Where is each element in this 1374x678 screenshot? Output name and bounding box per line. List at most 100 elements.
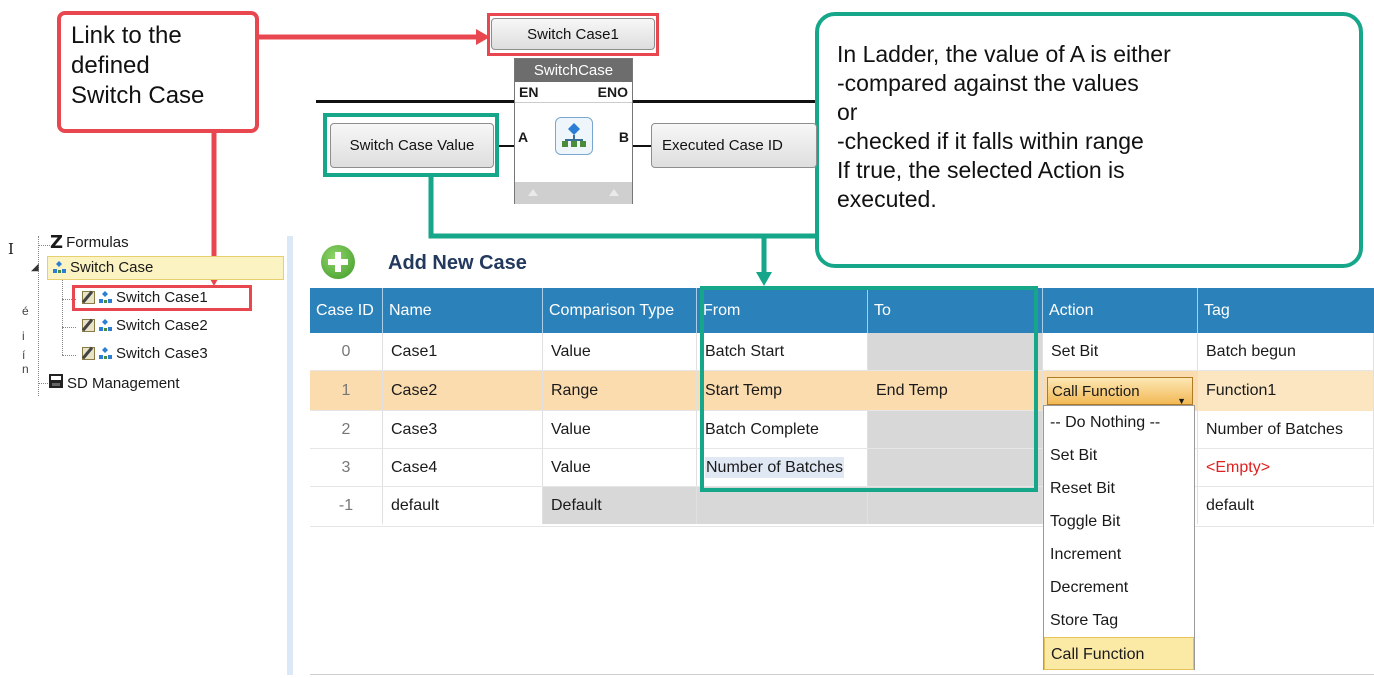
add-case-icon[interactable]	[321, 245, 355, 279]
cell-tag[interactable]: Batch begun	[1198, 333, 1374, 370]
link-callout-line: defined	[71, 52, 150, 79]
action-dropdown-list: -- Do Nothing -- Set Bit Reset Bit Toggl…	[1043, 405, 1195, 670]
tree-item-label: Switch Case2	[116, 317, 208, 334]
cell-tag[interactable]: Number of Batches	[1198, 411, 1374, 448]
block-title: SwitchCase	[515, 59, 632, 82]
tree-item-label: Switch Case	[70, 259, 154, 276]
cell-comparison-type: Default	[543, 487, 697, 524]
action-option[interactable]: Set Bit	[1044, 439, 1194, 472]
tree-item-label: Switch Case1	[116, 289, 208, 306]
info-callout-line: If true, the selected Action is	[837, 157, 1125, 183]
executed-case-id-node[interactable]: Executed Case ID	[651, 123, 817, 168]
cell-case-id: 0	[310, 333, 383, 370]
info-callout-line: -compared against the values	[837, 70, 1139, 96]
info-callout-line: In Ladder, the value of A is either	[837, 41, 1171, 67]
tree-edge-letter: í	[22, 348, 26, 362]
table-row[interactable]: -1 default Default default	[310, 487, 1374, 527]
output-b-wire	[633, 145, 651, 147]
eno-label: ENO	[597, 84, 628, 100]
input-a-label: A	[518, 129, 529, 145]
switch-case-value-node[interactable]: Switch Case Value	[330, 123, 494, 168]
switch-case-ref-button[interactable]: Switch Case1	[491, 18, 655, 50]
cell-case-id: 1	[310, 371, 383, 411]
col-header-name[interactable]: Name	[383, 288, 543, 333]
tree-edge-letter: é	[22, 304, 29, 318]
info-callout-line: or	[837, 99, 858, 125]
tree-guide	[62, 280, 63, 355]
link-callout-line: Link to the	[71, 22, 182, 49]
cell-action[interactable]: Set Bit	[1043, 333, 1198, 370]
edit-icon	[82, 347, 95, 360]
tree-edge-letter: n	[22, 362, 29, 376]
action-option[interactable]: Toggle Bit	[1044, 505, 1194, 538]
cell-name[interactable]: Case4	[383, 449, 543, 486]
action-option[interactable]: -- Do Nothing --	[1044, 406, 1194, 439]
cell-name[interactable]: Case1	[383, 333, 543, 370]
col-header-comparison-type[interactable]: Comparison Type	[543, 288, 697, 333]
info-callout: In Ladder, the value of A is either -com…	[815, 12, 1363, 268]
cell-comparison-type[interactable]: Value	[543, 333, 697, 370]
col-header-tag[interactable]: Tag	[1198, 288, 1374, 333]
switch-case-tree-icon	[98, 290, 113, 305]
switch-case-tree-icon	[98, 346, 113, 361]
tree-item-switch-case1[interactable]: Switch Case1	[82, 289, 208, 306]
formula-icon: Z	[50, 234, 64, 250]
action-option[interactable]: Reset Bit	[1044, 472, 1194, 505]
switch-case-tree-icon	[98, 318, 113, 333]
cell-to	[868, 487, 1043, 524]
info-callout-line: executed.	[837, 186, 937, 212]
tree-item-label: Formulas	[66, 234, 129, 250]
tree-guide	[38, 236, 39, 396]
cell-tag-empty[interactable]: <Empty>	[1198, 449, 1374, 486]
cell-name[interactable]: default	[383, 487, 543, 524]
tree-edge-letter: i	[22, 329, 25, 343]
input-a-wire	[498, 145, 514, 147]
cell-case-id: 2	[310, 411, 383, 448]
tree-item-sd-management[interactable]: SD Management	[48, 373, 180, 393]
action-option[interactable]: Store Tag	[1044, 604, 1194, 637]
cell-name[interactable]: Case2	[383, 371, 543, 411]
tree-guide	[62, 327, 76, 328]
expand-left-icon	[528, 189, 538, 196]
sd-card-icon	[48, 373, 64, 393]
tree-item-switch-case[interactable]: Switch Case	[52, 259, 153, 276]
edit-icon	[82, 291, 95, 304]
tree-edge-letter: I	[8, 240, 14, 258]
tree-splitter[interactable]	[287, 236, 293, 675]
tree-item-formulas[interactable]: Z Formulas	[50, 234, 129, 250]
action-option[interactable]: Decrement	[1044, 571, 1194, 604]
cell-name[interactable]: Case3	[383, 411, 543, 448]
cell-tag[interactable]: default	[1198, 487, 1374, 524]
cell-from	[697, 487, 868, 524]
col-header-action[interactable]: Action	[1043, 288, 1198, 333]
collapse-arrow-icon[interactable]: ◢	[31, 262, 39, 273]
expand-right-icon	[609, 189, 619, 196]
switch-case-value-label: Switch Case Value	[349, 137, 475, 154]
action-combobox-value: Call Function	[1052, 382, 1140, 400]
cell-tag[interactable]: Function1	[1198, 371, 1374, 411]
executed-case-id-label: Executed Case ID	[662, 137, 783, 154]
add-new-case-button[interactable]: Add New Case	[388, 252, 527, 275]
tree-guide	[62, 355, 76, 356]
output-b-label: B	[618, 129, 629, 145]
action-option[interactable]: Increment	[1044, 538, 1194, 571]
tree-item-switch-case3[interactable]: Switch Case3	[82, 345, 208, 362]
edit-icon	[82, 319, 95, 332]
tree-item-label: Switch Case3	[116, 345, 208, 362]
switch-case-tree-icon	[52, 260, 67, 275]
tree-item-label: SD Management	[67, 374, 180, 392]
switch-case-ref-label: Switch Case1	[527, 25, 619, 43]
switchcase-block[interactable]: SwitchCase EN ENO A B	[514, 58, 633, 204]
tree-guide	[38, 383, 48, 384]
tree-guide	[38, 245, 50, 246]
from-to-highlight	[700, 286, 1038, 492]
tree-item-switch-case2[interactable]: Switch Case2	[82, 317, 208, 334]
info-callout-line: -checked if it falls within range	[837, 128, 1144, 154]
action-combobox[interactable]: Call Function ▼	[1047, 377, 1193, 406]
cell-comparison-type[interactable]: Value	[543, 449, 697, 486]
action-option-selected[interactable]: Call Function	[1044, 637, 1194, 670]
cell-comparison-type[interactable]: Value	[543, 411, 697, 448]
cell-comparison-type[interactable]: Range	[543, 371, 697, 411]
col-header-case-id[interactable]: Case ID	[310, 288, 383, 333]
ladder-rung-left	[316, 100, 514, 103]
